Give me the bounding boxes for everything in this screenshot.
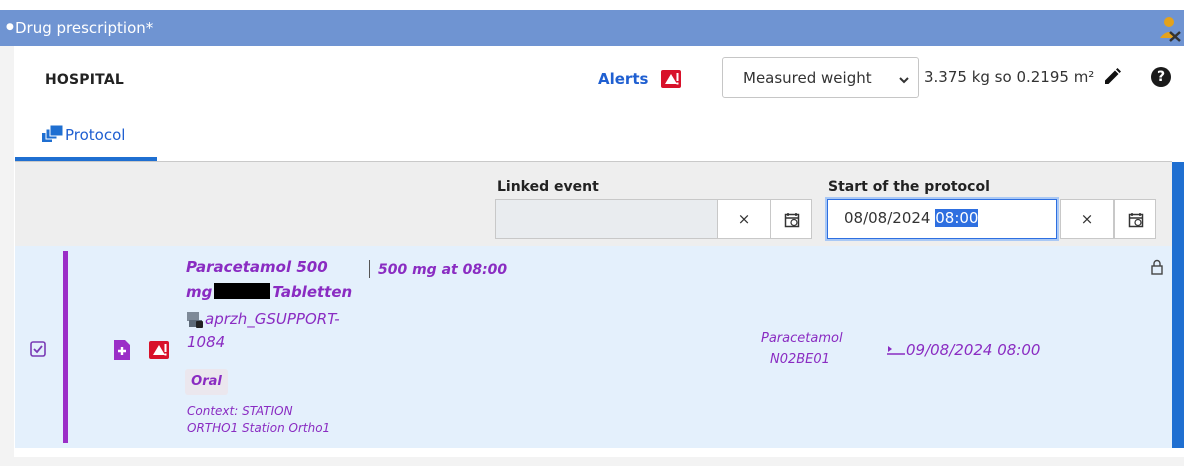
start-protocol-input[interactable]: 08/08/2024 08:00 [827,199,1057,239]
pencil-icon[interactable] [1102,67,1122,91]
drug-name-line2[interactable]: mg Tabletten [186,283,352,301]
window-titlebar: ● Drug prescription* [0,10,1184,46]
server-icon [186,311,204,333]
redacted-block [214,283,271,299]
linked-event-calendar-button[interactable] [770,199,812,239]
context-line2: ORTHO1 Station Ortho1 [187,421,331,435]
window-title: Drug prescription* [15,19,154,37]
route-badge: Oral [185,369,228,395]
prescription-accent-line [63,251,68,443]
source-line2: 1084 [187,333,226,351]
protocol-icon [42,124,64,147]
end-date: 09/08/2024 08:00 [906,341,1041,359]
drug-name-line1[interactable]: Paracetamol 500 [186,258,328,276]
context-line1: Context: STATION [187,404,293,418]
add-document-icon[interactable] [113,339,131,365]
calendar-icon [1128,213,1144,228]
source-line1: aprzh_GSUPPORT- [205,310,340,328]
dose-schedule: 500 mg at 08:00 [369,260,507,278]
alerts-link[interactable]: Alerts [598,70,648,88]
start-protocol-clear-button[interactable]: × [1060,199,1114,239]
tab-protocol[interactable]: Protocol [15,115,157,161]
bullet-icon: ● [6,22,14,32]
linked-event-label: Linked event [497,179,599,195]
start-protocol-calendar-button[interactable] [1114,199,1156,239]
linked-event-clear-button[interactable]: × [717,199,771,239]
arrow-right-icon [887,342,905,360]
alert-badge-icon[interactable] [149,341,169,359]
start-protocol-label: Start of the protocol [828,179,990,195]
weight-value: 3.375 kg so 0.2195 m² [924,68,1095,86]
weight-mode-select[interactable]: Measured weight [722,57,919,98]
weight-mode-value: Measured weight [743,69,872,87]
start-protocol-value: 08/08/2024 08:00 [844,209,979,227]
tab-label: Protocol [65,126,126,144]
lock-icon [1150,259,1164,279]
alert-badge-icon[interactable] [661,70,681,88]
left-border [0,46,14,466]
scrollbar[interactable] [1172,162,1184,448]
org-name: HOSPITAL [45,72,124,88]
help-icon[interactable]: ? [1151,67,1171,87]
checkbox-icon[interactable] [30,341,46,361]
substance-name: Paracetamol [761,331,843,346]
bottom-border [0,457,1184,466]
calendar-icon [784,213,800,228]
atc-code: N02BE01 [770,352,830,367]
chevron-down-icon [898,71,910,89]
linked-event-input[interactable] [495,199,718,239]
user-warning-icon[interactable] [1158,16,1182,42]
